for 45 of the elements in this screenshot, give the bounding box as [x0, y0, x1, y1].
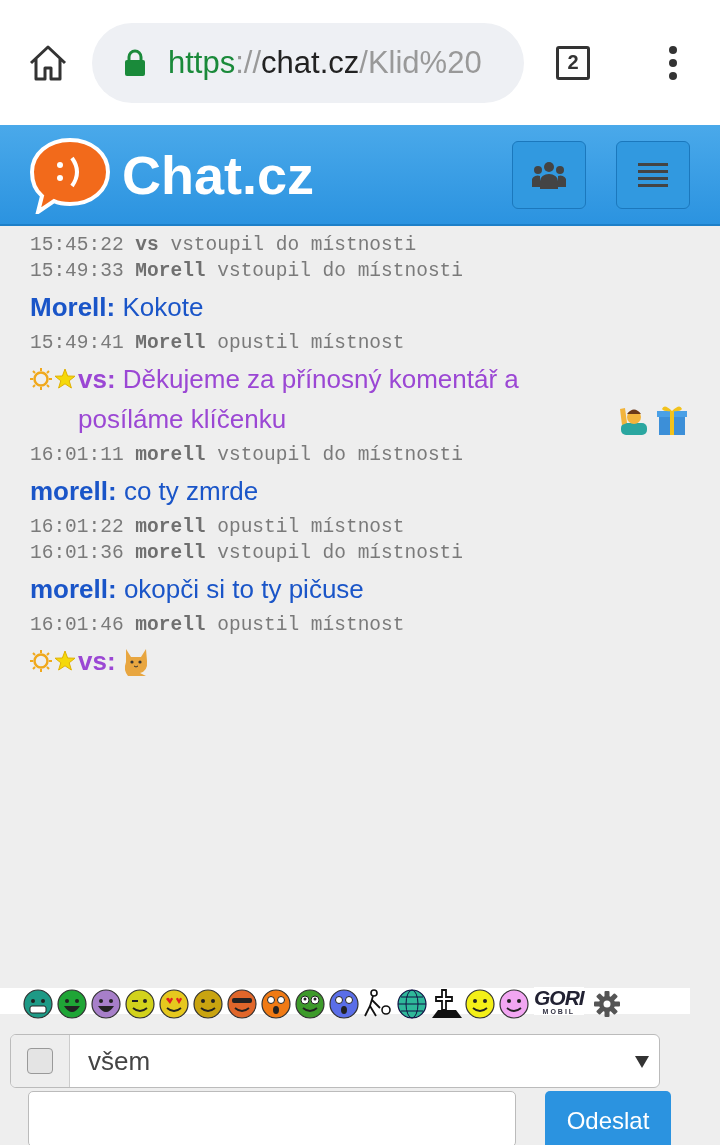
- smiley-icon[interactable]: [226, 988, 258, 1020]
- checkbox[interactable]: [27, 1048, 53, 1074]
- system-message: 16:01:46 morell opustil místnost: [30, 613, 406, 638]
- home-icon[interactable]: [28, 43, 68, 82]
- star-icon: [54, 368, 76, 390]
- smiley-icon[interactable]: [158, 988, 190, 1020]
- address-bar[interactable]: https://chat.cz/Klid%20: [92, 22, 524, 103]
- chat-message: vs:: [78, 645, 116, 678]
- star-icon: [54, 650, 76, 672]
- users-icon: [532, 160, 566, 189]
- chat-message: morell: okopči si to ty pičuse: [30, 573, 364, 606]
- users-button[interactable]: [512, 140, 586, 209]
- system-message: 16:01:36 morell vstoupil do místnosti: [30, 541, 464, 566]
- smiley-icon[interactable]: [90, 988, 122, 1020]
- system-message: 16:01:22 morell opustil místnost: [30, 515, 406, 540]
- smiley-icon[interactable]: [328, 988, 360, 1020]
- settings-icon[interactable]: [593, 991, 620, 1017]
- system-message: 15:49:41 Morell opustil místnost: [30, 331, 406, 356]
- chat-message: Morell: Kokote: [30, 291, 204, 324]
- smiley-icon[interactable]: [260, 988, 292, 1020]
- grave-icon[interactable]: [430, 988, 462, 1020]
- chat-message: morell: co ty zmrde: [30, 475, 259, 508]
- system-message: 15:49:33 Morell vstoupil do místnosti: [30, 259, 464, 284]
- message-field[interactable]: [28, 1091, 516, 1145]
- smiley-icon[interactable]: [294, 988, 326, 1020]
- smiley-icon[interactable]: [56, 988, 88, 1020]
- smiley-icon[interactable]: [124, 988, 156, 1020]
- chat-message: vs: Děkujeme za přínosný komentář a posíláme klíčenku: [78, 363, 520, 436]
- sun-icon: [30, 650, 52, 672]
- smiley-icon[interactable]: [22, 988, 54, 1020]
- smiley-icon[interactable]: [498, 988, 530, 1020]
- smiley-icon[interactable]: [464, 988, 496, 1020]
- menu-icon: [638, 162, 668, 187]
- smiley-icon[interactable]: [192, 988, 224, 1020]
- lock-icon: [124, 48, 146, 77]
- sun-icon: [30, 368, 52, 390]
- menu-button[interactable]: [616, 140, 690, 209]
- site-title: Chat.cz: [122, 143, 316, 206]
- system-message: 16:01:11 morell vstoupil do místnosti: [30, 443, 464, 468]
- chat-logo-icon: [30, 135, 110, 214]
- tab-count[interactable]: 2: [556, 45, 590, 80]
- more-icon[interactable]: [668, 44, 678, 81]
- dropdown-arrow-icon: [635, 1054, 649, 1068]
- system-message: 15:45:22 vs vstoupil do místnosti: [30, 233, 418, 258]
- globe-icon[interactable]: [396, 988, 428, 1020]
